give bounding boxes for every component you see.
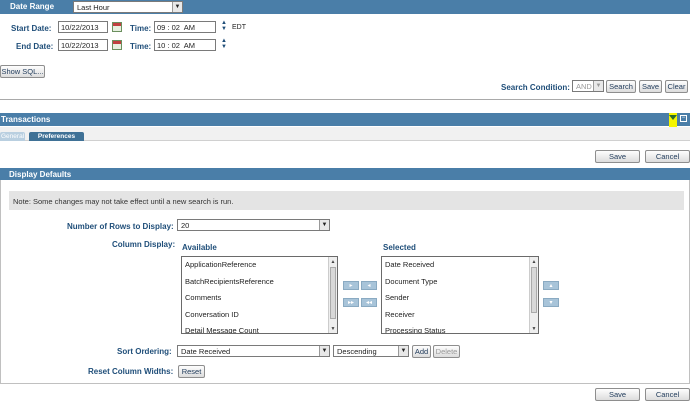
move-down-button[interactable]: ▾ — [543, 298, 559, 307]
calendar-icon[interactable] — [112, 22, 122, 32]
chevron-down-icon[interactable]: ▼ — [329, 324, 337, 333]
date-range-select[interactable]: Last Hour ▼ — [73, 1, 183, 13]
start-date-value: 10/22/2013 — [61, 22, 99, 32]
list-item[interactable]: Sender — [382, 290, 538, 307]
search-button[interactable]: Search — [606, 80, 636, 93]
add-sort-button[interactable]: Add — [412, 345, 431, 358]
column-display-label: Column Display: — [112, 240, 176, 249]
start-time-label: Time: — [130, 24, 152, 33]
move-left-button[interactable]: ◂ — [361, 281, 377, 290]
scrollbar[interactable]: ▲ ▼ — [529, 257, 538, 333]
delete-sort-button[interactable]: Delete — [433, 345, 460, 358]
sort-direction-select[interactable]: Descending ▼ — [333, 345, 409, 357]
end-time-value: 10 : 02 AM — [157, 40, 195, 50]
scroll-thumb[interactable] — [531, 267, 537, 313]
tab-general[interactable]: General — [0, 132, 25, 141]
collapse-icon[interactable]: − — [680, 115, 687, 122]
list-item[interactable]: ApplicationReference — [182, 257, 337, 274]
cancel-button[interactable]: Cancel — [645, 388, 690, 401]
move-right-button[interactable]: ▸ — [343, 281, 359, 290]
display-defaults-header — [0, 168, 690, 180]
start-time-value: 09 : 02 AM — [157, 22, 195, 32]
save-search-button[interactable]: Save — [639, 80, 662, 93]
cancel-button-top[interactable]: Cancel — [645, 150, 690, 163]
rows-select[interactable]: 20 ▼ — [177, 219, 330, 231]
chevron-down-icon: ▼ — [319, 220, 329, 230]
move-up-button[interactable]: ▴ — [543, 281, 559, 290]
list-item[interactable]: Comments — [182, 290, 337, 307]
sort-ordering-label: Sort Ordering: — [117, 347, 172, 356]
reset-button[interactable]: Reset — [178, 365, 205, 378]
sort-field-value: Date Received — [181, 346, 231, 356]
start-time-input[interactable]: 09 : 02 AM — [154, 21, 216, 33]
end-time-label: Time: — [130, 42, 152, 51]
reset-widths-label: Reset Column Widths: — [88, 367, 174, 376]
divider — [0, 99, 690, 100]
list-item[interactable]: Detail Message Count — [182, 323, 337, 333]
chevron-down-icon[interactable]: ▼ — [530, 324, 538, 333]
show-sql-button[interactable]: Show SQL... — [0, 65, 45, 78]
scroll-thumb[interactable] — [330, 267, 336, 319]
move-all-right-button[interactable]: ▸▸ — [343, 298, 359, 307]
search-condition-label: Search Condition: — [501, 83, 570, 92]
list-item[interactable]: Conversation ID — [182, 307, 337, 324]
available-list[interactable]: ApplicationReference BatchRecipientsRefe… — [181, 256, 338, 334]
search-condition-value: AND — [576, 81, 592, 91]
spinner-icon[interactable]: ▲ ▼ — [221, 20, 227, 32]
transactions-header — [0, 113, 690, 126]
timezone-label: EDT — [232, 24, 246, 31]
save-button-top[interactable]: Save — [595, 150, 640, 163]
start-date-label: Start Date: — [11, 24, 52, 33]
chevron-down-icon: ▼ — [172, 2, 182, 12]
list-item[interactable]: Date Received — [382, 257, 538, 274]
tab-strip — [0, 127, 690, 141]
tab-preferences[interactable]: Preferences — [29, 132, 84, 141]
note-text: Note: Some changes may not take effect u… — [13, 197, 234, 206]
save-button[interactable]: Save — [595, 388, 640, 401]
move-all-left-button[interactable]: ◂◂ — [361, 298, 377, 307]
end-time-input[interactable]: 10 : 02 AM — [154, 39, 216, 51]
clear-button[interactable]: Clear — [665, 80, 688, 93]
sort-field-select[interactable]: Date Received ▼ — [177, 345, 330, 357]
scrollbar[interactable]: ▲ ▼ — [328, 257, 337, 333]
selected-heading: Selected — [383, 243, 416, 252]
chevron-down-icon: ▼ — [398, 346, 408, 356]
list-item[interactable]: Receiver — [382, 307, 538, 324]
date-range-label: Date Range — [10, 2, 55, 11]
chevron-down-icon: ▼ — [593, 81, 603, 91]
list-item[interactable]: BatchRecipientsReference — [182, 274, 337, 291]
chevron-up-icon[interactable]: ▲ — [329, 257, 337, 266]
available-heading: Available — [182, 243, 217, 252]
date-range-value: Last Hour — [77, 2, 110, 12]
calendar-icon[interactable] — [112, 40, 122, 50]
spinner-icon[interactable]: ▲ ▼ — [221, 38, 227, 50]
list-item[interactable]: Document Type — [382, 274, 538, 291]
rows-label: Number of Rows to Display: — [67, 222, 174, 231]
sort-direction-value: Descending — [337, 346, 377, 356]
list-item[interactable]: Processing Status — [382, 323, 538, 333]
selected-list[interactable]: Date Received Document Type Sender Recei… — [381, 256, 539, 334]
chevron-down-icon: ▼ — [319, 346, 329, 356]
rows-value: 20 — [181, 220, 190, 230]
end-date-label: End Date: — [16, 42, 54, 51]
start-date-input[interactable]: 10/22/2013 — [58, 21, 108, 33]
end-date-input[interactable]: 10/22/2013 — [58, 39, 108, 51]
transactions-title: Transactions — [1, 115, 51, 124]
search-condition-select[interactable]: AND ▼ — [572, 80, 604, 92]
end-date-value: 10/22/2013 — [61, 40, 99, 50]
display-defaults-title: Display Defaults — [9, 170, 72, 179]
chevron-up-icon[interactable]: ▲ — [530, 257, 538, 266]
